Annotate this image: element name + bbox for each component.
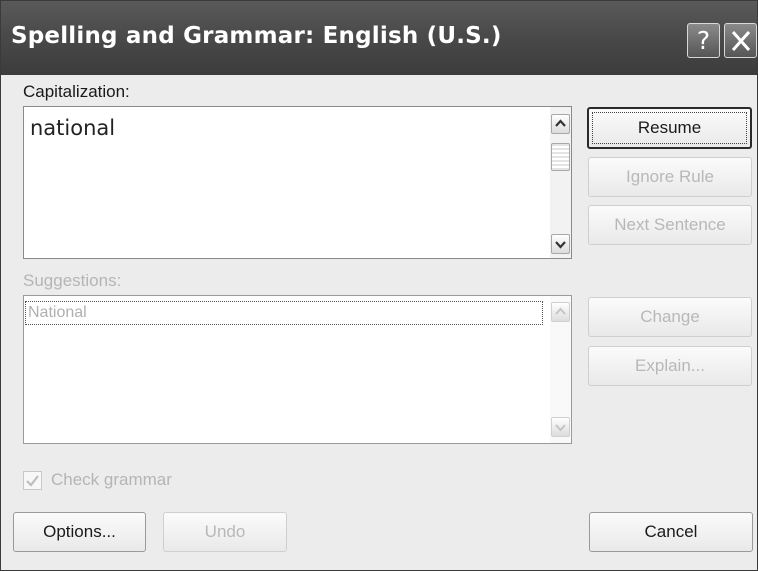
issue-textbox[interactable]: national xyxy=(23,106,572,259)
suggestions-scroll-down-button[interactable] xyxy=(551,417,570,437)
resume-button[interactable]: Resume xyxy=(587,107,752,149)
help-button[interactable]: ? xyxy=(687,23,720,58)
scroll-down-button[interactable] xyxy=(551,234,570,254)
scroll-up-button[interactable] xyxy=(551,114,570,134)
issue-scrollbar[interactable] xyxy=(550,107,571,258)
focus-rect xyxy=(592,112,747,144)
check-grammar-checkbox[interactable] xyxy=(23,471,42,490)
dialog-title: Spelling and Grammar: English (U.S.) xyxy=(11,23,502,49)
checkmark-icon xyxy=(26,475,39,487)
suggestions-scrollbar[interactable] xyxy=(550,296,571,443)
chevron-up-icon xyxy=(555,119,566,127)
issue-text[interactable]: national xyxy=(30,116,115,140)
undo-button[interactable]: Undo xyxy=(163,512,287,552)
title-bar[interactable]: Spelling and Grammar: English (U.S.) ? xyxy=(1,1,757,75)
undo-label: Undo xyxy=(204,522,246,541)
spelling-grammar-dialog: Spelling and Grammar: English (U.S.) ? C… xyxy=(0,0,758,571)
ignore-rule-label: Ignore Rule xyxy=(626,167,714,186)
suggestions-label: Suggestions: xyxy=(23,271,122,290)
suggestions-scroll-up-button[interactable] xyxy=(551,302,570,322)
help-icon: ? xyxy=(696,26,711,55)
issue-label: Capitalization: xyxy=(23,82,130,101)
ignore-rule-button[interactable]: Ignore Rule xyxy=(588,157,752,197)
next-sentence-button[interactable]: Next Sentence xyxy=(588,205,752,245)
scroll-thumb[interactable] xyxy=(551,143,570,171)
options-label: Options... xyxy=(43,522,116,541)
chevron-down-icon xyxy=(555,241,566,249)
close-icon xyxy=(731,31,751,51)
cancel-label: Cancel xyxy=(644,522,698,541)
suggestion-text: National xyxy=(28,304,87,321)
explain-button[interactable]: Explain... xyxy=(588,346,752,386)
options-button[interactable]: Options... xyxy=(13,512,146,552)
close-button[interactable] xyxy=(724,23,757,58)
chevron-down-icon xyxy=(555,424,566,432)
check-grammar-label: Check grammar xyxy=(51,470,172,489)
explain-label: Explain... xyxy=(635,356,705,375)
next-sentence-label: Next Sentence xyxy=(614,215,726,234)
cancel-button[interactable]: Cancel xyxy=(589,512,753,552)
change-label: Change xyxy=(640,307,700,326)
suggestion-item[interactable]: National xyxy=(25,301,543,325)
change-button[interactable]: Change xyxy=(588,297,752,337)
chevron-up-icon xyxy=(555,307,566,315)
suggestions-list[interactable]: National xyxy=(23,295,572,444)
